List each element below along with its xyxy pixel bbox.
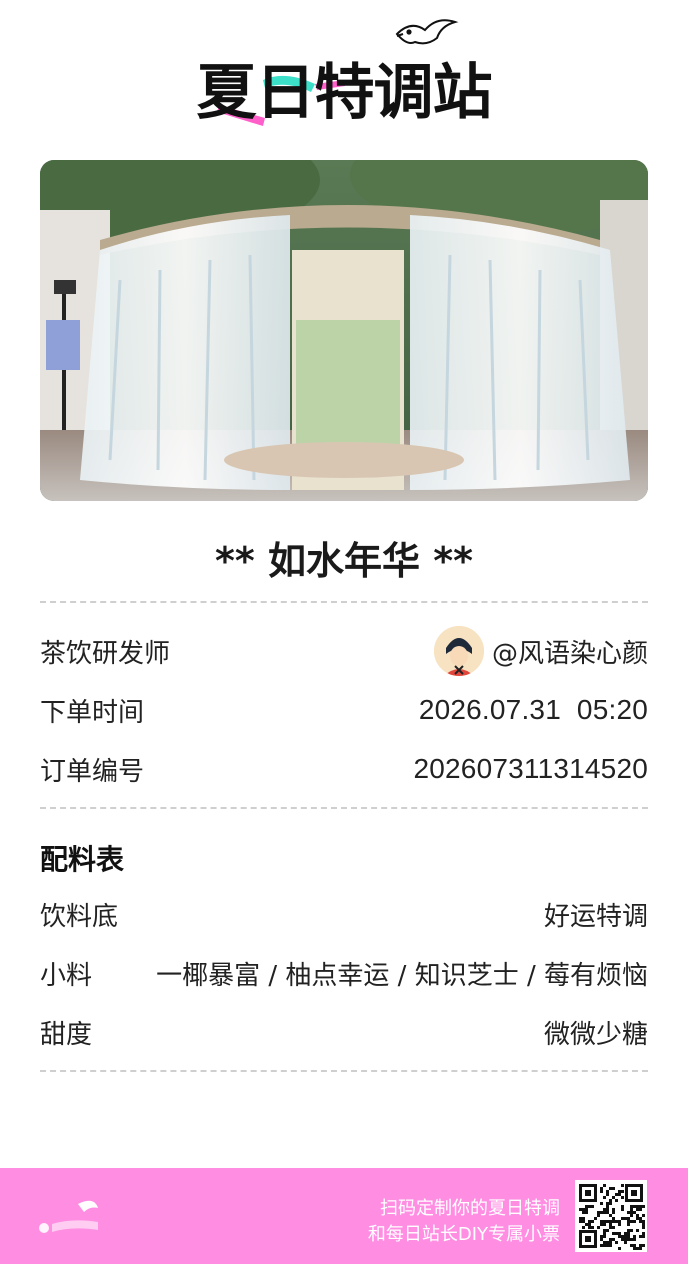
developer-name: @风语染心颜: [491, 638, 648, 669]
toppings-row: 小料 一椰暴富 / 柚点幸运 / 知识芝士 / 莓有烦恼: [40, 953, 648, 993]
ingredients-heading: 配料表: [40, 843, 125, 876]
base-label: 饮料底: [40, 901, 119, 932]
footer-text: 扫码定制你的夏日特调 和每日站长DIY专属小票: [368, 1196, 560, 1248]
time-label: 下单时间: [40, 697, 145, 728]
base-value: 好运特调: [543, 901, 648, 932]
developer-label: 茶饮研发师: [40, 638, 171, 669]
sweetness-row: 甜度 微微少糖: [40, 1012, 648, 1052]
developer-value: @风语染心颜: [433, 626, 648, 676]
time-value: 2026.07.31 05:20: [418, 694, 648, 725]
sweetness-value: 微微少糖: [543, 1019, 648, 1050]
qr-code[interactable]: [575, 1180, 647, 1252]
avatar: [433, 626, 484, 676]
time-row: 下单时间 2026.07.31 05:20: [40, 690, 648, 730]
divider: [40, 601, 648, 603]
brand-logo: 夏日特调站: [0, 10, 688, 135]
sweetness-label: 甜度: [40, 1019, 93, 1050]
qr-code-icon: [575, 1180, 647, 1252]
footer-line-1: 扫码定制你的夏日特调: [380, 1198, 560, 1219]
footer-banner: 扫码定制你的夏日特调 和每日站长DIY专属小票: [0, 1168, 688, 1264]
divider: [40, 807, 648, 809]
number-label: 订单编号: [40, 756, 145, 787]
fountain-image: [40, 160, 648, 501]
footer-line-2: 和每日站长DIY专属小票: [367, 1224, 560, 1245]
drink-title: ** 如水年华 **: [215, 539, 473, 583]
number-row: 订单编号 202607311314520: [40, 749, 648, 789]
number-value: 202607311314520: [413, 753, 648, 784]
developer-row: 茶饮研发师 @风语染心颜: [40, 626, 648, 676]
base-row: 饮料底 好运特调: [40, 894, 648, 934]
toppings-value: 一椰暴富 / 柚点幸运 / 知识芝士 / 莓有烦恼: [156, 960, 648, 991]
toppings-label: 小料: [40, 960, 93, 991]
footer-logo-icon: [39, 1200, 98, 1233]
avatar-icon: [433, 626, 484, 676]
logo-text: 夏日特调站: [196, 58, 493, 128]
divider: [40, 1070, 648, 1072]
